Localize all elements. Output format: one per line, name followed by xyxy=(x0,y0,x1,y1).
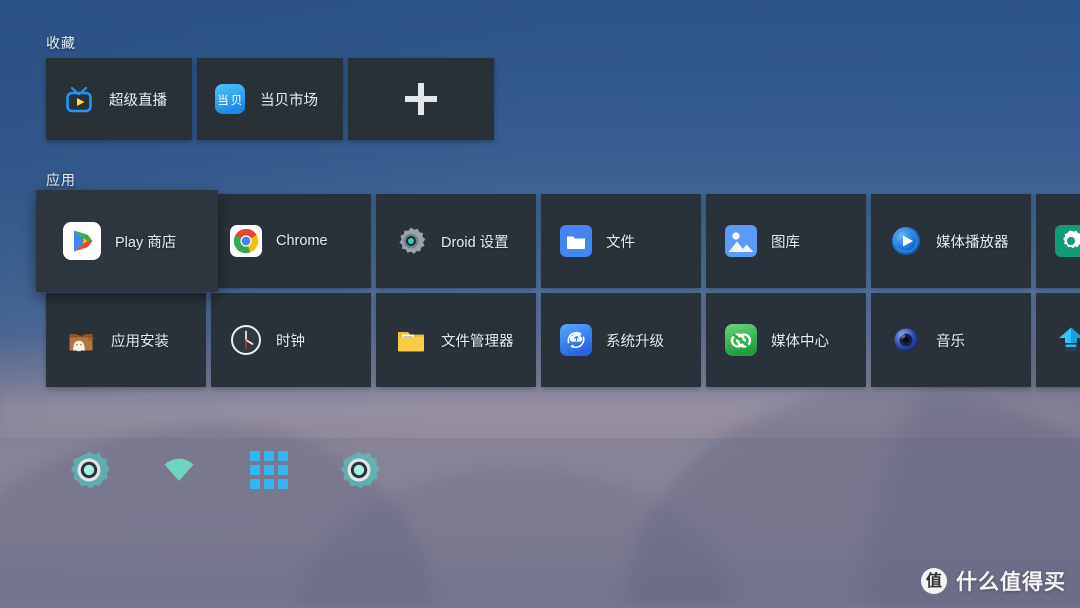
dock-settings-gear-left[interactable] xyxy=(62,443,116,497)
app-tile-label: Play 商店 xyxy=(115,231,176,252)
files-folder-icon xyxy=(560,225,592,257)
app-tile-label: 音乐 xyxy=(936,330,965,351)
app-tile-label: 文件管理器 xyxy=(441,330,514,351)
app-tile-label: Chrome xyxy=(276,233,328,249)
app-tile-label: 媒体播放器 xyxy=(936,231,1009,252)
app-tile-label: 媒体中心 xyxy=(771,330,829,351)
apps-grid-icon xyxy=(246,447,292,493)
clock-icon xyxy=(230,324,262,356)
file-manager-icon xyxy=(395,324,427,356)
bottom-dock xyxy=(62,443,386,497)
app-tile-clock[interactable]: 时钟 xyxy=(211,293,371,387)
droid-settings-icon xyxy=(395,225,427,257)
apps-section-label: 应用 xyxy=(46,170,76,190)
gallery-photo-icon xyxy=(725,225,757,257)
app-tile-label: 图库 xyxy=(771,231,800,252)
dock-all-apps[interactable] xyxy=(242,443,296,497)
favorite-tile-label: 当贝市场 xyxy=(260,89,318,110)
app-tile-droid-settings[interactable]: Droid 设置 xyxy=(376,194,536,288)
app-tile-file-manager[interactable]: 文件管理器 xyxy=(376,293,536,387)
favorite-tile-live-tv[interactable]: 超级直播 xyxy=(46,58,192,140)
app-tile-gallery[interactable]: 图库 xyxy=(706,194,866,288)
add-favorite-button[interactable] xyxy=(348,58,494,140)
gear-icon xyxy=(66,447,112,493)
watermark-logo: 值 xyxy=(921,568,947,594)
app-tile-files[interactable]: 文件 xyxy=(541,194,701,288)
app-tile-label: 文件 xyxy=(606,231,635,252)
chrome-icon xyxy=(230,225,262,257)
app-tile-label: 应用安装 xyxy=(111,330,169,351)
media-center-icon xyxy=(725,324,757,356)
dock-wifi-status[interactable] xyxy=(152,443,206,497)
dangbei-market-icon: 当 贝 xyxy=(214,83,246,115)
app-tile-system-update[interactable]: 系统升级 xyxy=(541,293,701,387)
upgrade-arrow-icon xyxy=(1055,324,1080,356)
music-speaker-icon xyxy=(890,324,922,356)
app-tile-media-player[interactable]: 媒体播放器 xyxy=(871,194,1031,288)
watermark: 值 什么值得买 xyxy=(921,566,1066,596)
wifi-icon xyxy=(156,447,202,493)
apps-grid: Play 商店 Chrome xyxy=(46,194,1080,387)
app-installer-icon: APP xyxy=(65,324,97,356)
dock-settings-gear-right[interactable] xyxy=(332,443,386,497)
app-tile-chrome[interactable]: Chrome xyxy=(211,194,371,288)
svg-text:贝: 贝 xyxy=(231,93,243,107)
app-tile-music[interactable]: 音乐 xyxy=(871,293,1031,387)
media-player-icon xyxy=(890,225,922,257)
favorite-tile-dangbei-market[interactable]: 当 贝 当贝市场 xyxy=(197,58,343,140)
green-gear-icon xyxy=(1055,225,1080,257)
gear-icon xyxy=(336,447,382,493)
app-tile-media-center[interactable]: 媒体中心 xyxy=(706,293,866,387)
favorites-section-label: 收藏 xyxy=(46,33,76,53)
app-tile-app-installer[interactable]: APP 应用安装 xyxy=(46,293,206,387)
app-tile-label: 时钟 xyxy=(276,330,305,351)
app-tile-upgrade[interactable] xyxy=(1036,293,1080,387)
app-tile-play-store[interactable]: Play 商店 xyxy=(36,190,218,292)
favorites-row: 超级直播 当 贝 当贝市场 xyxy=(46,58,494,140)
watermark-text: 什么值得买 xyxy=(956,566,1066,596)
system-update-icon xyxy=(560,324,592,356)
plus-icon xyxy=(400,78,442,120)
google-play-icon xyxy=(63,222,101,260)
app-tile-label: 系统升级 xyxy=(606,330,664,351)
svg-text:当: 当 xyxy=(217,93,229,107)
favorite-tile-label: 超级直播 xyxy=(109,89,167,110)
svg-text:APP: APP xyxy=(88,337,96,342)
tv-live-icon xyxy=(63,83,95,115)
app-tile-label: Droid 设置 xyxy=(441,231,509,252)
app-tile-green-settings[interactable] xyxy=(1036,194,1080,288)
